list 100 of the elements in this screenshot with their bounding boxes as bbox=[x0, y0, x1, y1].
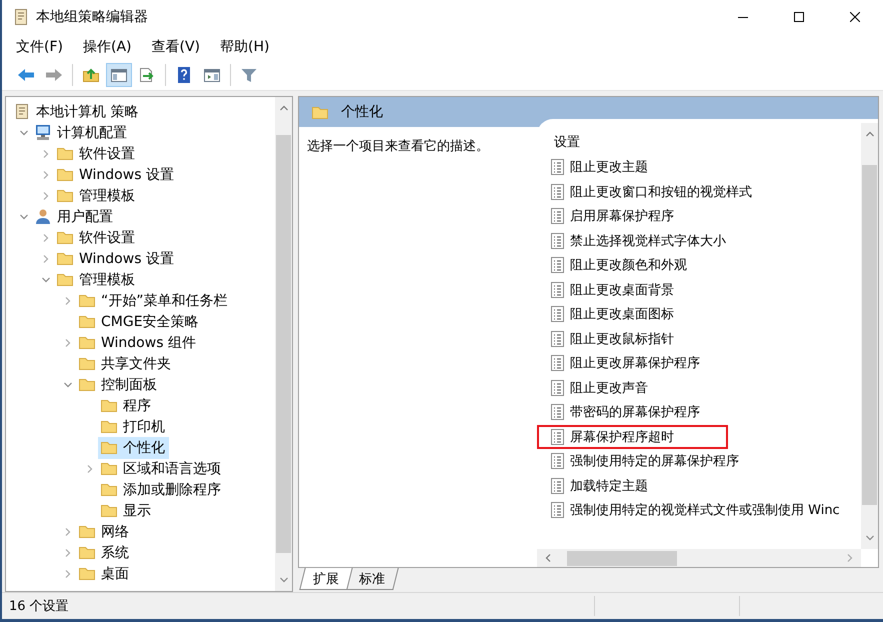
expand-chevron-icon[interactable] bbox=[41, 254, 51, 264]
tree-item[interactable]: 个性化 bbox=[98, 436, 169, 458]
tree-item[interactable]: 程序 bbox=[98, 394, 155, 416]
tree-item[interactable]: 显示 bbox=[98, 500, 155, 522]
scroll-down-icon[interactable] bbox=[864, 533, 874, 543]
expand-chevron-icon[interactable] bbox=[41, 170, 51, 180]
scrollbar-thumb[interactable] bbox=[567, 550, 677, 566]
tree-item[interactable]: 用户配置 bbox=[32, 206, 117, 228]
expand-chevron-icon[interactable] bbox=[41, 190, 51, 200]
folder-icon bbox=[78, 376, 96, 393]
maximize-icon bbox=[794, 12, 804, 22]
expand-chevron-icon[interactable] bbox=[63, 548, 73, 558]
view-tab[interactable]: 标准 bbox=[345, 568, 399, 590]
expand-chevron-icon[interactable] bbox=[41, 148, 51, 158]
menu-item[interactable]: 操作(A) bbox=[74, 36, 140, 58]
tree-item[interactable]: 网络 bbox=[76, 520, 133, 542]
setting-icon bbox=[551, 478, 564, 494]
setting-icon bbox=[551, 355, 564, 372]
setting-icon bbox=[551, 428, 564, 445]
expand-chevron-icon[interactable] bbox=[41, 232, 51, 242]
tree-item[interactable]: 打印机 bbox=[98, 416, 169, 438]
setting-icon bbox=[551, 502, 564, 518]
policy-setting[interactable]: 强制使用特定的视觉样式文件或强制使用 Winc bbox=[537, 498, 848, 522]
user-icon bbox=[34, 208, 52, 225]
expand-chevron-icon[interactable] bbox=[85, 464, 95, 474]
policy-setting[interactable]: 阻止更改主题 bbox=[537, 155, 656, 180]
window-title: 本地组策略编辑器 bbox=[36, 8, 149, 26]
vertical-scrollbar[interactable] bbox=[275, 97, 292, 591]
expand-chevron-icon[interactable] bbox=[63, 526, 73, 536]
tree-item[interactable]: 区域和语言选项 bbox=[98, 458, 225, 480]
filter-icon bbox=[240, 67, 258, 83]
tree-item[interactable]: 本地计算机 策略 bbox=[11, 100, 142, 122]
collapse-chevron-icon[interactable] bbox=[41, 274, 51, 284]
tree-item[interactable]: 软件设置 bbox=[54, 142, 139, 164]
tree-item[interactable]: 桌面 bbox=[76, 562, 133, 584]
folder-icon bbox=[78, 565, 96, 582]
setting-icon bbox=[551, 380, 564, 396]
setting-icon bbox=[551, 330, 564, 347]
folder-icon bbox=[78, 334, 96, 351]
policy-setting[interactable]: 阻止更改窗口和按钮的视觉样式 bbox=[537, 180, 760, 204]
scrollbar-thumb[interactable] bbox=[276, 135, 291, 553]
policy-setting[interactable]: 阻止更改鼠标指针 bbox=[537, 326, 682, 351]
scroll-left-icon[interactable] bbox=[543, 553, 553, 563]
menu-item[interactable]: 文件(F) bbox=[8, 36, 71, 58]
collapse-chevron-icon[interactable] bbox=[19, 128, 29, 138]
expand-chevron-icon[interactable] bbox=[63, 338, 73, 348]
scroll-right-icon[interactable] bbox=[845, 553, 855, 563]
policy-setting[interactable]: 强制使用特定的屏幕保护程序 bbox=[537, 449, 747, 474]
collapse-chevron-icon[interactable] bbox=[63, 380, 73, 390]
expand-chevron-icon[interactable] bbox=[63, 296, 73, 306]
expand-chevron-icon[interactable] bbox=[63, 568, 73, 578]
scrollbar-thumb[interactable] bbox=[862, 165, 877, 505]
vertical-scrollbar[interactable] bbox=[861, 123, 878, 549]
tree-item[interactable]: 共享文件夹 bbox=[76, 352, 175, 374]
tree-item[interactable]: 管理模板 bbox=[54, 268, 139, 290]
scroll-down-icon[interactable] bbox=[278, 575, 288, 585]
policy-setting[interactable]: 禁止选择视觉样式字体大小 bbox=[537, 228, 734, 253]
menu-item[interactable]: 帮助(H) bbox=[212, 36, 278, 58]
policy-setting[interactable]: 带密码的屏幕保护程序 bbox=[537, 400, 708, 424]
tree-button[interactable] bbox=[106, 63, 132, 87]
policy-setting[interactable]: 阻止更改桌面图标 bbox=[537, 302, 682, 326]
tree-item[interactable]: 软件设置 bbox=[54, 226, 139, 248]
tree-item[interactable]: 计算机配置 bbox=[32, 122, 131, 144]
tree-item[interactable]: 添加或删除程序 bbox=[98, 478, 225, 500]
setting-icon bbox=[551, 232, 564, 249]
export-list-icon bbox=[138, 67, 156, 83]
policy-setting[interactable]: 加载特定主题 bbox=[537, 474, 656, 498]
collapse-chevron-icon[interactable] bbox=[19, 212, 29, 222]
description-text: 选择一个项目来查看它的描述。 bbox=[307, 139, 489, 154]
folder-icon bbox=[78, 544, 96, 561]
scroll-up-icon[interactable] bbox=[864, 129, 874, 139]
tree-item[interactable]: Windows 设置 bbox=[54, 164, 178, 186]
policy-setting[interactable]: 屏幕保护程序超时 bbox=[537, 424, 728, 449]
policy-setting[interactable]: 启用屏幕保护程序 bbox=[537, 204, 682, 228]
forward-arrow-icon bbox=[45, 67, 63, 83]
folder-icon bbox=[78, 313, 96, 330]
tree-item[interactable]: 管理模板 bbox=[54, 184, 139, 206]
section-title: 个性化 bbox=[341, 103, 383, 121]
policy-setting[interactable]: 阻止更改声音 bbox=[537, 376, 656, 400]
view-tab[interactable]: 扩展 bbox=[299, 568, 353, 590]
setting-icon bbox=[551, 282, 564, 298]
folder-icon bbox=[78, 292, 96, 309]
policy-setting[interactable]: 阻止更改屏幕保护程序 bbox=[537, 351, 708, 376]
help-icon bbox=[175, 66, 193, 84]
app-icon bbox=[12, 8, 30, 26]
policy-setting[interactable]: 阻止更改桌面背景 bbox=[537, 278, 682, 302]
column-header[interactable]: 设置 bbox=[537, 131, 580, 155]
folder-icon bbox=[56, 166, 74, 183]
horizontal-scrollbar[interactable] bbox=[537, 549, 861, 567]
folder-icon bbox=[100, 481, 118, 498]
menu-item[interactable]: 查看(V) bbox=[144, 36, 208, 58]
tree-item[interactable]: Windows 组件 bbox=[76, 332, 200, 354]
tree-item[interactable]: “开始”菜单和任务栏 bbox=[76, 290, 232, 312]
tree-item[interactable]: 系统 bbox=[76, 542, 133, 564]
policy-setting[interactable]: 阻止更改颜色和外观 bbox=[537, 253, 695, 278]
tree-item[interactable]: CMGE安全策略 bbox=[76, 310, 203, 332]
tree-item[interactable]: Windows 设置 bbox=[54, 248, 178, 270]
scroll-up-icon[interactable] bbox=[278, 103, 288, 113]
folder-icon bbox=[56, 187, 74, 204]
tree-item[interactable]: 控制面板 bbox=[76, 374, 161, 396]
